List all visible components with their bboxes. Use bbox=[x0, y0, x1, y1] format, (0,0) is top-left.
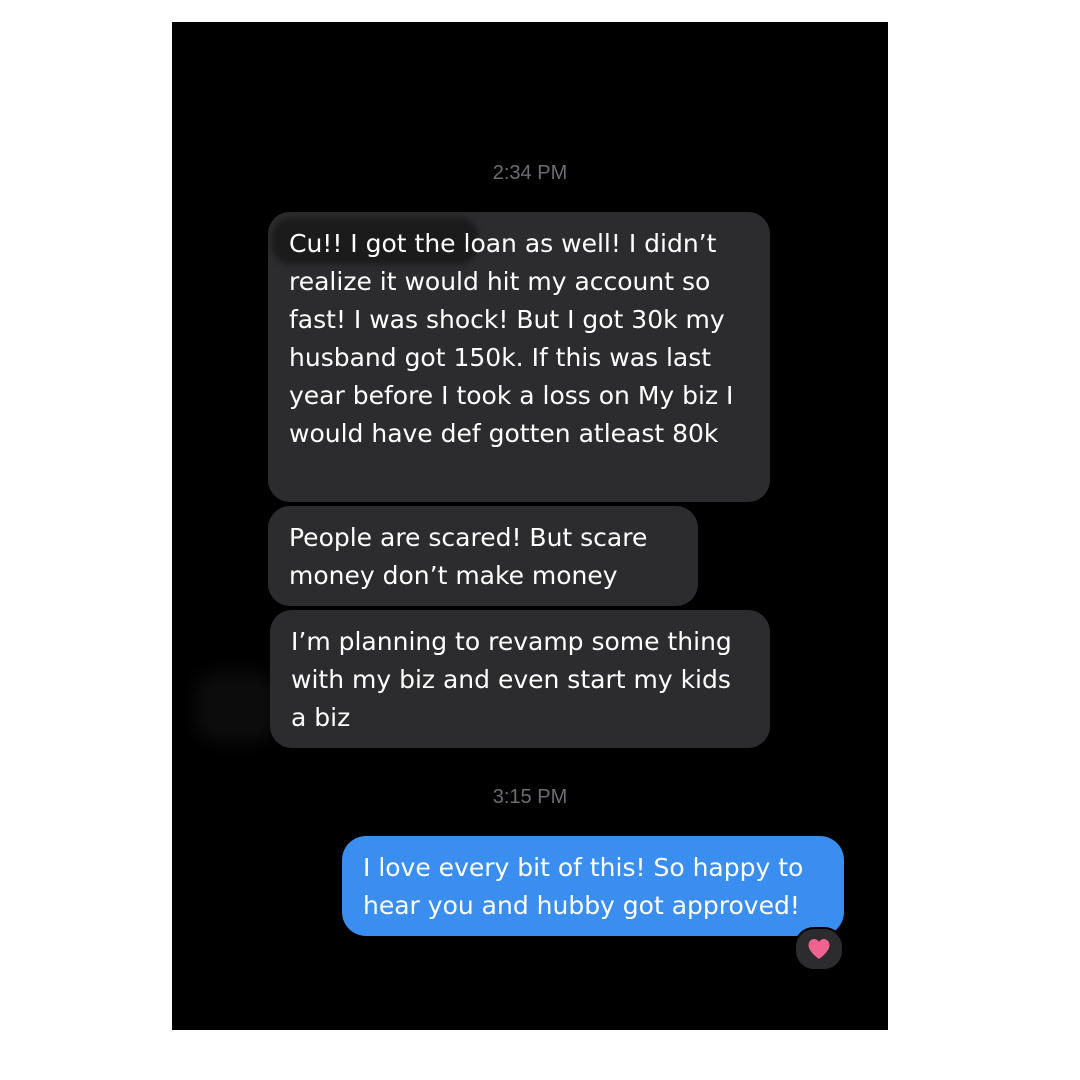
timestamp: 3:15 PM bbox=[492, 786, 568, 808]
sent-message-bubble[interactable]: I love every bit of this! So happy to he… bbox=[342, 836, 844, 936]
timestamp: 2:34 PM bbox=[492, 162, 568, 184]
received-message-bubble[interactable]: Cu!! I got the loan as well! I didn’t re… bbox=[268, 212, 770, 502]
received-message-bubble[interactable]: People are scared! But scare money don’t… bbox=[268, 506, 698, 606]
message-text: People are scared! But scare money don’t… bbox=[289, 523, 648, 590]
redacted-avatar bbox=[196, 672, 276, 742]
message-thread: 2:34 PM Cu!! I got the loan as well! I d… bbox=[172, 22, 888, 1030]
message-text: I love every bit of this! So happy to he… bbox=[363, 853, 804, 920]
heart-icon bbox=[808, 939, 830, 959]
received-message-bubble[interactable]: I’m planning to revamp some thing with m… bbox=[270, 610, 770, 748]
heart-reaction-badge[interactable] bbox=[794, 927, 844, 971]
message-text: I’m planning to revamp some thing with m… bbox=[291, 627, 732, 732]
